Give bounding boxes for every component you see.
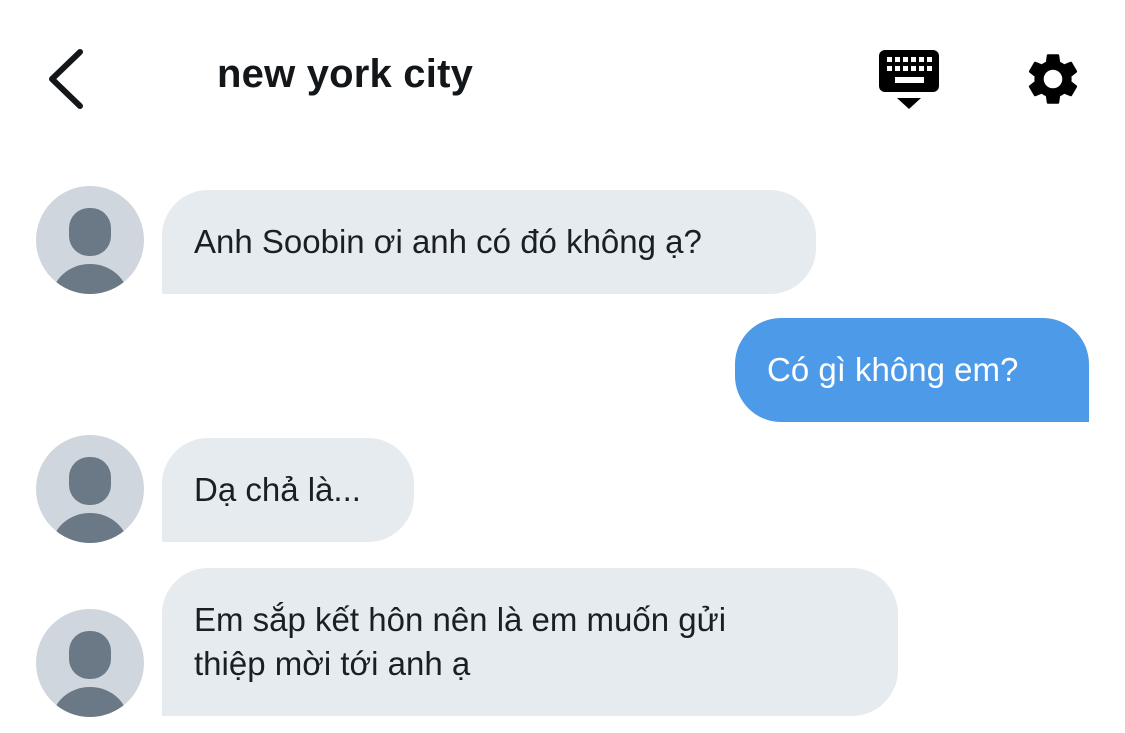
settings-button[interactable]	[1022, 48, 1084, 110]
chat-header: new york city	[0, 0, 1125, 160]
back-button[interactable]	[40, 46, 100, 112]
message-bubble-incoming[interactable]: Anh Soobin ơi anh có đó không ạ?	[162, 190, 816, 294]
chat-title: new york city	[217, 52, 474, 96]
avatar[interactable]	[36, 186, 144, 294]
gear-icon	[1028, 54, 1078, 104]
message-text-line-2: thiệp mời tới anh ạ	[194, 645, 471, 682]
chevron-left-icon	[49, 49, 83, 109]
default-user-icon	[52, 631, 128, 717]
default-user-icon	[52, 457, 128, 543]
keyboard-toggle-button[interactable]	[876, 48, 942, 112]
message-text-line-1: Em sắp kết hôn nên là em muốn gửi	[194, 601, 727, 638]
message-bubble-incoming[interactable]: Em sắp kết hôn nên là em muốn gửi thiệp …	[162, 568, 898, 716]
default-user-icon	[52, 208, 128, 294]
message-text: Anh Soobin ơi anh có đó không ạ?	[194, 223, 702, 260]
message-bubble-outgoing[interactable]: Có gì không em?	[735, 318, 1089, 422]
message-bubble-incoming[interactable]: Dạ chả là...	[162, 438, 414, 542]
message-text: Dạ chả là...	[194, 471, 361, 508]
avatar[interactable]	[36, 435, 144, 543]
avatar[interactable]	[36, 609, 144, 717]
message-text: Có gì không em?	[767, 351, 1019, 388]
keyboard-icon	[879, 50, 939, 109]
